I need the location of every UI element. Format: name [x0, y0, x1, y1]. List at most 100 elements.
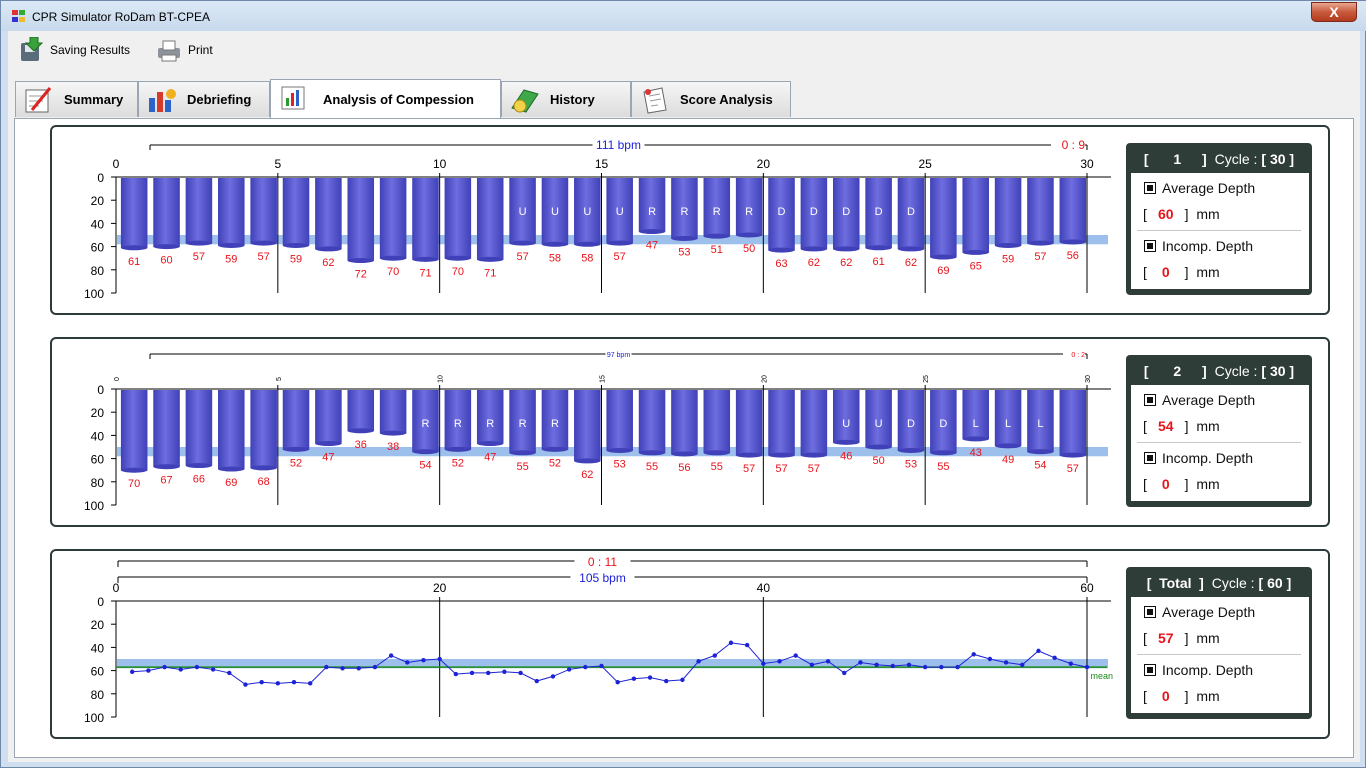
error-code-label: U: [551, 206, 559, 218]
compression-bar-end: [574, 241, 601, 247]
x-tick-label: 30: [1080, 157, 1094, 171]
compression-bar-end: [768, 452, 795, 458]
cycle-2-header: [ 2 ] Cycle :[ 30 ]: [1143, 363, 1295, 379]
compression-bar-end: [153, 464, 180, 470]
tab-score-analysis-label: Score Analysis: [680, 92, 773, 107]
error-code-label: L: [1005, 418, 1011, 430]
close-button[interactable]: X: [1311, 2, 1357, 22]
y-tick-label: 100: [84, 499, 104, 513]
compression-bar: [1059, 390, 1087, 456]
depth-point: [1003, 660, 1009, 665]
tab-score-analysis[interactable]: Score Analysis: [631, 81, 791, 117]
tab-analysis-label: Analysis of Compession: [323, 92, 474, 107]
error-code-label: U: [519, 206, 527, 218]
title-bar[interactable]: CPR Simulator RoDam BT-CPEA X: [1, 1, 1366, 31]
compression-bar-end: [606, 240, 633, 246]
error-code-label: D: [778, 206, 786, 218]
compression-bar-end: [347, 258, 375, 264]
depth-value-label: 50: [872, 455, 884, 467]
depth-point: [178, 667, 183, 672]
compression-bar-end: [735, 232, 763, 238]
incomp-depth-value-row: [ 0 ] mm: [1143, 476, 1220, 492]
depth-value-label: 54: [419, 460, 431, 472]
compression-bar-end: [153, 244, 180, 250]
depth-point: [259, 680, 264, 685]
depth-value-label: 52: [290, 457, 302, 469]
printer-icon: [156, 37, 182, 63]
compression-bar: [638, 178, 666, 232]
depth-point: [340, 666, 345, 671]
tab-summary[interactable]: Summary: [15, 81, 138, 117]
depth-point: [308, 681, 313, 686]
depth-point: [437, 656, 442, 662]
bullet-square-icon: [1144, 394, 1156, 406]
depth-value-label: 51: [711, 244, 723, 256]
compression-bar-end: [185, 463, 213, 469]
depth-value-label: 59: [290, 253, 302, 265]
x-tick-label: 40: [757, 581, 771, 595]
depth-value-label: 71: [484, 267, 496, 279]
depth-value-label: 70: [452, 266, 464, 278]
depth-value-label: 54: [1034, 460, 1046, 472]
incomp-depth-label: Incomp. Depth: [1162, 450, 1254, 466]
saving-results-button[interactable]: Saving Results: [18, 35, 130, 65]
average-depth-value: 60: [1157, 206, 1174, 222]
depth-point: [469, 670, 475, 676]
depth-value-label: 55: [711, 461, 723, 473]
compression-bar: [412, 178, 439, 260]
x-tick-label: 10: [433, 157, 447, 171]
compression-bar-end: [476, 256, 504, 262]
error-code-label: R: [648, 206, 656, 218]
error-code-label: U: [875, 418, 883, 430]
x-tick-label: 5: [274, 157, 281, 171]
tab-history[interactable]: History: [501, 81, 631, 117]
total-info: [ Total ] Cycle :[ 60 ] Average Depth [ …: [1126, 567, 1312, 719]
x-tick-label: 0: [113, 157, 120, 171]
elapsed-time-label: 0 : 9: [1062, 138, 1086, 152]
depth-value-label: 71: [419, 267, 431, 279]
total-panel: 0 20 40 60 80 100 0 20 40 60 0 : 11 105 bpm mean [ T…: [50, 549, 1330, 739]
tab-analysis-of-compession[interactable]: Analysis of Compession: [270, 79, 501, 119]
depth-value-label: 53: [678, 246, 690, 258]
compression-bar-end: [379, 430, 407, 436]
average-depth-value-row: [ 54 ] mm: [1143, 418, 1220, 434]
depth-point: [939, 664, 944, 670]
error-code-label: D: [810, 206, 818, 218]
depth-point: [1084, 664, 1090, 670]
compression-bar: [153, 390, 180, 467]
cycle-2-panel: 0 20 40 60 80 100 0 5 10 15 20 25 30 97 bpm 0 : 2 70 67 6…: [50, 337, 1330, 527]
compression-bar-end: [962, 249, 989, 255]
x-tick-label: 5: [276, 377, 283, 381]
compression-bar-end: [1059, 452, 1087, 458]
compression-bar-end: [541, 241, 569, 247]
depth-point: [566, 667, 572, 672]
depth-point: [825, 659, 831, 664]
compression-bar: [250, 178, 277, 244]
compression-bar-end: [994, 242, 1022, 248]
depth-point: [1020, 662, 1025, 667]
y-tick-label: 60: [91, 453, 105, 467]
depth-point: [162, 664, 167, 670]
bullet-square-icon: [1144, 182, 1156, 194]
depth-value-label: 57: [808, 463, 820, 475]
compression-bar: [120, 178, 148, 248]
cycle-2-info: [ 2 ] Cycle :[ 30 ] Average Depth [ 54 ]…: [1126, 355, 1312, 507]
cycle-label: Cycle :: [1214, 363, 1258, 379]
depth-value-label: 69: [225, 477, 237, 489]
elapsed-time-label: 0 : 11: [588, 555, 617, 569]
depth-value-label: 52: [452, 457, 464, 469]
cycle-2-stats: Average Depth [ 54 ] mm Incomp. Depth [ …: [1131, 385, 1309, 501]
print-button[interactable]: Print: [156, 35, 213, 65]
tab-debriefing[interactable]: Debriefing: [138, 81, 270, 117]
y-tick-label: 0: [97, 383, 104, 397]
depth-value-label: 36: [355, 439, 367, 451]
bullet-square-icon: [1144, 606, 1156, 618]
depth-value-label: 69: [937, 265, 949, 277]
cycle-total: 60: [1267, 575, 1283, 591]
depth-value-label: 57: [775, 463, 787, 475]
x-tick-label: 0: [113, 581, 120, 595]
incomp-depth-row: Incomp. Depth: [1144, 450, 1254, 466]
error-code-label: U: [842, 418, 850, 430]
error-code-label: R: [745, 206, 753, 218]
window-title: CPR Simulator RoDam BT-CPEA: [32, 10, 211, 24]
